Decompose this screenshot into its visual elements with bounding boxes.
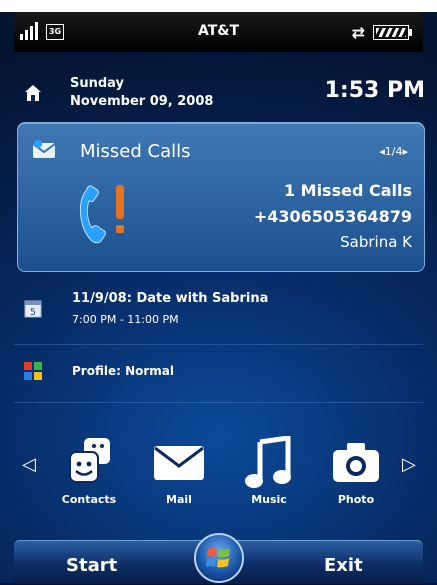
music-icon — [245, 436, 291, 488]
divider — [14, 344, 423, 345]
sync-icon: ⇄ — [351, 23, 365, 42]
camera-icon — [333, 443, 379, 482]
divider — [14, 402, 423, 403]
profile-status[interactable]: Profile: Normal — [72, 364, 174, 378]
app-label: Contacts — [61, 493, 117, 506]
top-frame — [0, 0, 437, 12]
profile-icon — [24, 362, 42, 380]
windows-start-button[interactable] — [194, 533, 244, 583]
missed-calls-panel[interactable]: Missed Calls ◂1/4▸ 1 Missed Calls +43065… — [17, 122, 425, 272]
date-label: November 09, 2008 — [70, 94, 214, 109]
battery-icon — [373, 25, 412, 40]
missed-call-envelope-icon — [32, 140, 56, 158]
home-icon — [25, 85, 41, 101]
appointment-time: 7:00 PM - 11:00 PM — [72, 313, 179, 326]
missed-calls-title: Missed Calls — [80, 141, 191, 162]
scroll-right-icon[interactable]: ▷ — [402, 454, 416, 475]
scroll-left-icon[interactable]: ◁ — [22, 454, 36, 475]
status-bar[interactable]: 3G AT&T ⇄ — [14, 12, 423, 52]
caller-name: Sabrina K — [340, 233, 412, 251]
caller-number: +4306505364879 — [253, 207, 412, 226]
exit-softkey[interactable]: Exit — [324, 555, 363, 576]
app-contacts[interactable]: Contacts — [49, 436, 129, 512]
phone-missed-icon — [80, 185, 124, 244]
app-label: Mail — [166, 493, 192, 506]
contacts-icon — [69, 438, 110, 483]
appointment-title[interactable]: 11/9/08: Date with Sabrina — [72, 291, 268, 306]
app-mail[interactable]: Mail — [139, 436, 219, 512]
start-softkey[interactable]: Start — [66, 555, 117, 576]
mail-icon — [154, 446, 204, 480]
app-photo[interactable]: Photo — [316, 436, 396, 512]
app-music[interactable]: Music — [229, 436, 309, 512]
clock[interactable]: 1:53 PM — [325, 78, 425, 103]
pager[interactable]: ◂1/4▸ — [379, 145, 408, 158]
day-label: Sunday — [70, 76, 125, 91]
calendar-icon: 5 — [24, 300, 42, 318]
app-label: Music — [251, 493, 287, 506]
windows-logo-icon — [206, 548, 230, 568]
app-label: Photo — [337, 493, 375, 506]
svg-text:5: 5 — [30, 308, 36, 318]
missed-count: 1 Missed Calls — [283, 181, 412, 200]
